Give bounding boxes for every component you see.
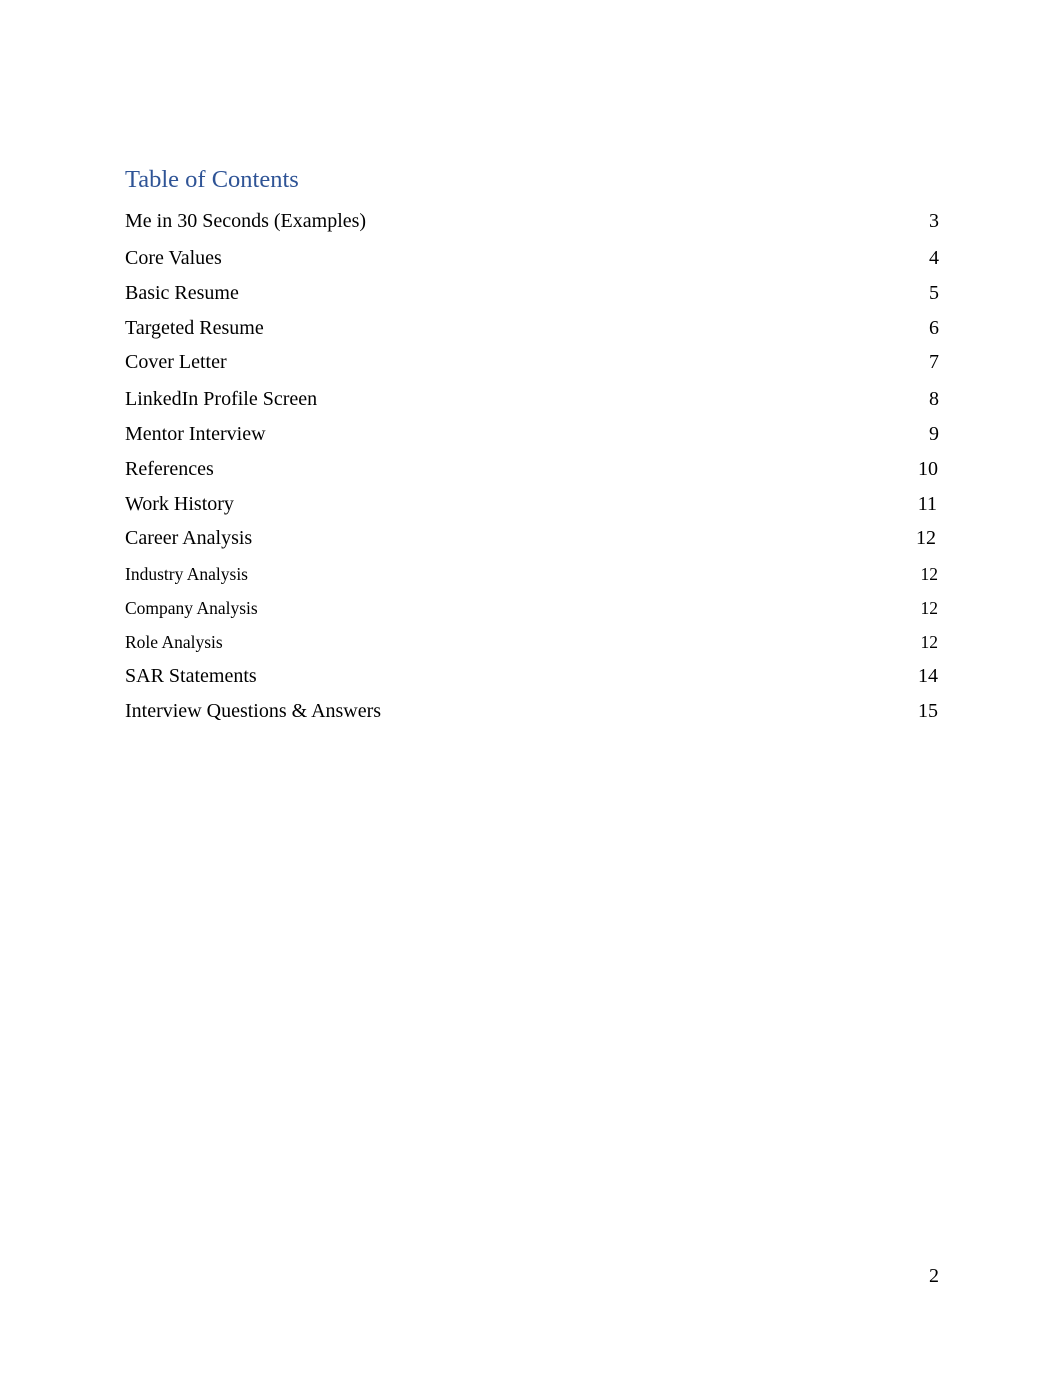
toc-entry-label: References [125, 458, 214, 480]
toc-entry-cover-letter[interactable]: Cover Letter 7 [125, 350, 939, 374]
toc-entry-page: 12 [920, 564, 939, 584]
toc-entry-references[interactable]: References 10 [125, 457, 938, 481]
toc-entry-label: Work History [125, 493, 234, 515]
toc-entry-page: 12 [920, 632, 939, 652]
toc-entry-page: 5 [929, 282, 939, 304]
document-page: Table of Contents Me in 30 Seconds (Exam… [0, 0, 1062, 1376]
toc-entry-page: 11 [917, 493, 937, 515]
toc-entry-label: Mentor Interview [125, 423, 266, 445]
toc-entry-page: 14 [918, 665, 938, 687]
toc-entry-label: Role Analysis [125, 632, 223, 652]
toc-entry-mentor-interview[interactable]: Mentor Interview 9 [125, 422, 939, 446]
toc-entry-core-values[interactable]: Core Values 4 [125, 246, 939, 270]
toc-entry-basic-resume[interactable]: Basic Resume 5 [125, 281, 939, 305]
toc-entry-sar-statements[interactable]: SAR Statements 14 [125, 664, 938, 688]
toc-entry-company-analysis[interactable]: Company Analysis 12 [125, 597, 939, 619]
toc-entry-page: 12 [920, 598, 939, 618]
toc-entry-label: Basic Resume [125, 282, 239, 304]
toc-entry-industry-analysis[interactable]: Industry Analysis 12 [125, 563, 939, 585]
toc-entry-label: Interview Questions & Answers [125, 700, 382, 722]
toc-entry-work-history[interactable]: Work History 11 [125, 492, 937, 516]
toc-title: Table of Contents [125, 166, 299, 193]
toc-entry-page: 6 [929, 317, 939, 339]
toc-entry-role-analysis[interactable]: Role Analysis 12 [125, 631, 939, 653]
toc-entry-linkedin-profile-screen[interactable]: LinkedIn Profile Screen 8 [125, 387, 939, 411]
toc-entry-label: Core Values [125, 247, 222, 269]
toc-entry-page: 10 [918, 458, 938, 480]
toc-entry-label: Cover Letter [125, 351, 227, 373]
toc-entry-page: 7 [929, 351, 939, 373]
toc-entry-page: 12 [916, 527, 936, 549]
toc-entry-page: 8 [929, 388, 939, 410]
toc-entry-page: 3 [929, 210, 939, 232]
toc-entry-label: Company Analysis [125, 598, 258, 618]
toc-entry-page: 4 [929, 247, 939, 269]
toc-entry-me-in-30-seconds[interactable]: Me in 30 Seconds (Examples) 3 [125, 209, 939, 233]
toc-entry-page: 9 [929, 423, 939, 445]
toc-entry-interview-questions-answers[interactable]: Interview Questions & Answers 15 [125, 699, 938, 723]
toc-entry-page: 15 [918, 700, 938, 722]
toc-entry-label: Me in 30 Seconds (Examples) [125, 210, 367, 232]
toc-entry-label: Career Analysis [125, 527, 253, 549]
page-number: 2 [929, 1265, 939, 1287]
toc-entry-label: LinkedIn Profile Screen [125, 388, 318, 410]
toc-entry-label: Industry Analysis [125, 564, 248, 584]
toc-entry-label: SAR Statements [125, 665, 257, 687]
toc-entry-label: Targeted Resume [125, 317, 264, 339]
toc-entry-career-analysis[interactable]: Career Analysis 12 [125, 526, 936, 550]
toc-entry-targeted-resume[interactable]: Targeted Resume 6 [125, 316, 939, 340]
